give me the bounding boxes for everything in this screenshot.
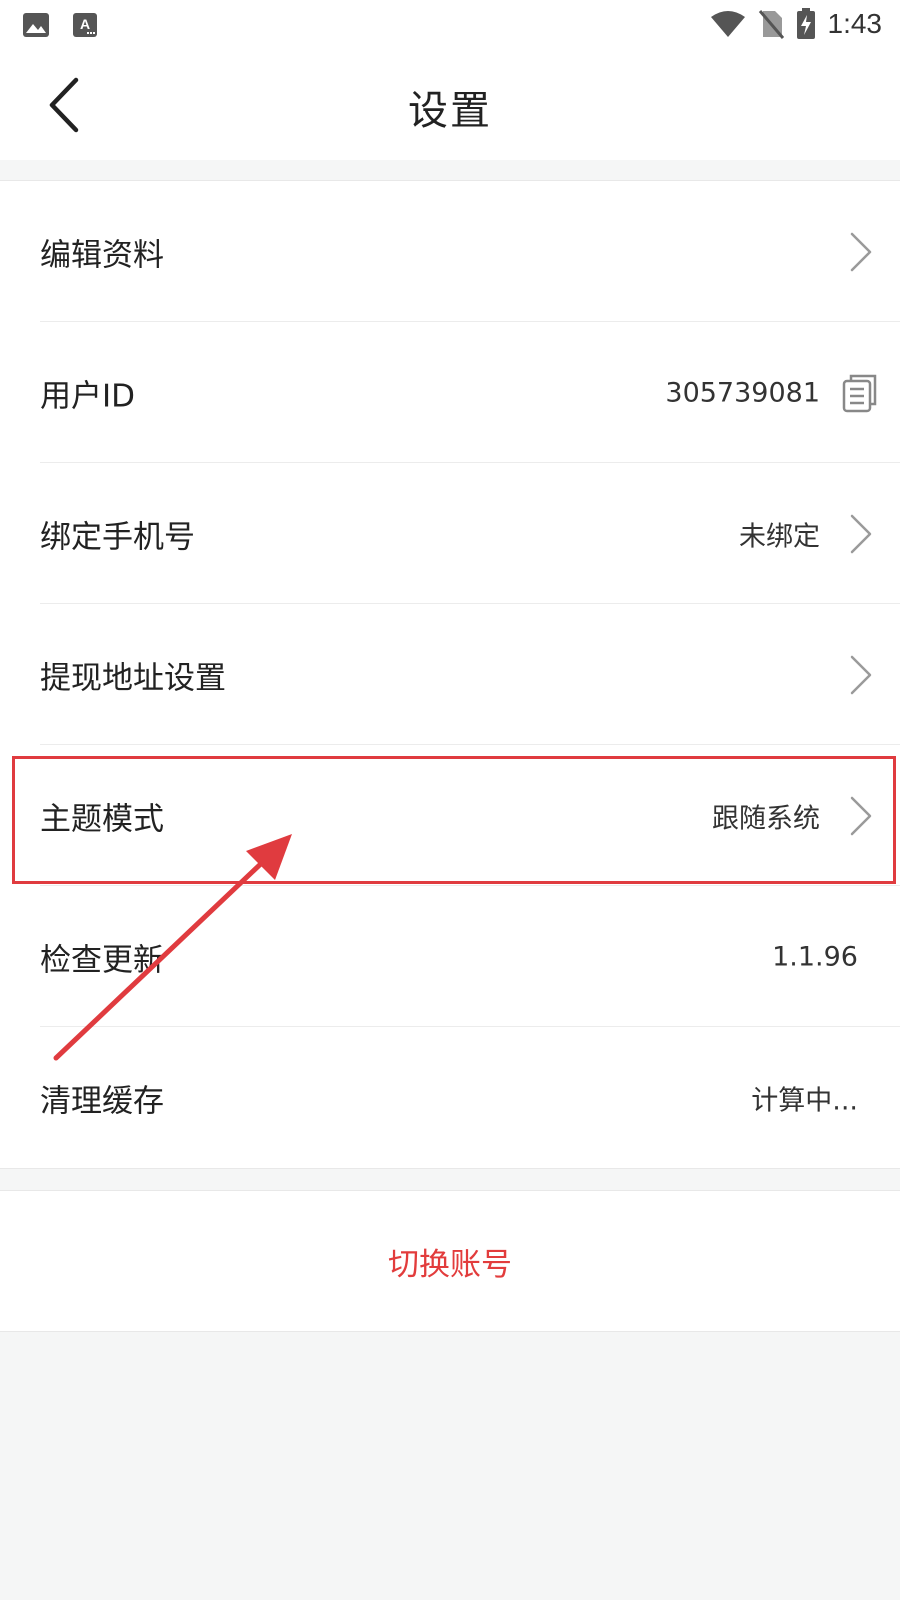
switch-account-section: 切换账号 — [0, 1190, 900, 1332]
status-time: 1:43 — [827, 8, 883, 39]
settings-row-label: 编辑资料 — [40, 237, 164, 273]
chevron-right-icon — [850, 796, 872, 835]
app-version-value: 1.1.96 — [772, 941, 858, 972]
switch-account-button[interactable]: 切换账号 — [0, 1191, 900, 1331]
settings-row-bind-phone[interactable]: 绑定手机号 未绑定 — [0, 463, 900, 604]
battery-charging-icon — [796, 8, 815, 39]
settings-row-edit-profile[interactable]: 编辑资料 — [0, 181, 900, 322]
settings-row-check-update[interactable]: 检查更新 1.1.96 — [0, 886, 900, 1027]
settings-row-label: 检查更新 — [40, 942, 164, 978]
settings-row-user-id: 用户ID 305739081 — [0, 322, 900, 463]
gallery-icon — [23, 13, 49, 37]
settings-row-label: 用户ID — [40, 378, 136, 414]
settings-row-label: 绑定手机号 — [40, 519, 195, 555]
chevron-right-icon — [850, 232, 872, 271]
status-right-icons: 1:43 — [710, 8, 883, 40]
app-header: 设置 — [0, 50, 900, 160]
settings-row-clear-cache[interactable]: 清理缓存 计算中... — [0, 1027, 900, 1168]
settings-row-label: 主题模式 — [40, 801, 164, 837]
settings-row-label: 提现地址设置 — [40, 660, 226, 696]
settings-row-theme-mode[interactable]: 主题模式 跟随系统 — [0, 745, 900, 886]
settings-row-label: 清理缓存 — [40, 1083, 164, 1119]
no-sim-icon — [758, 10, 784, 39]
copy-icon[interactable] — [842, 373, 878, 413]
font-app-icon: A — [73, 13, 97, 37]
settings-row-withdraw-address[interactable]: 提现地址设置 — [0, 604, 900, 745]
chevron-right-icon — [850, 655, 872, 694]
cache-size-value: 计算中... — [751, 1085, 858, 1116]
bind-phone-status: 未绑定 — [739, 521, 820, 552]
wifi-icon — [710, 11, 745, 37]
settings-list: 编辑资料 用户ID 305739081 绑定手机号 未绑定 提现地址设置 主题模… — [0, 180, 900, 1169]
svg-text:A: A — [80, 16, 90, 32]
chevron-right-icon — [850, 514, 872, 553]
theme-mode-value: 跟随系统 — [712, 803, 820, 834]
page-title: 设置 — [408, 88, 492, 134]
status-left-icons: A — [22, 12, 98, 38]
status-bar: A 1:43 — [0, 0, 900, 50]
user-id-value: 305739081 — [665, 377, 820, 408]
